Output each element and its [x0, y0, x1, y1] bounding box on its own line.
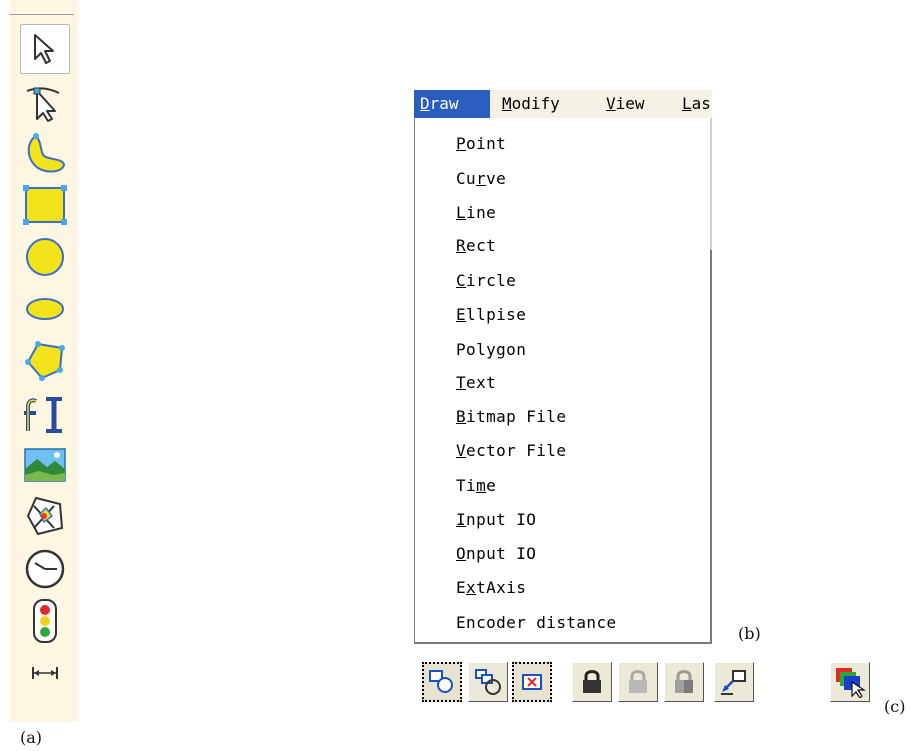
- circle-tool-button[interactable]: [20, 232, 70, 282]
- ellipse-tool-icon: [26, 298, 64, 320]
- rotate-group-icon: [475, 669, 501, 695]
- vector-file-button[interactable]: [20, 492, 70, 542]
- rectangle-tool-icon: [23, 185, 67, 225]
- send-to-back-button[interactable]: [714, 662, 754, 702]
- draw-menu-dropdown: Point Curve Line Rect Circle Ellpise Pol…: [414, 118, 712, 644]
- point-tool-icon: [26, 87, 60, 122]
- traffic-light-button[interactable]: [20, 596, 70, 646]
- lock-disabled-button[interactable]: [618, 662, 658, 702]
- menu-item-curve[interactable]: Curve: [456, 169, 506, 188]
- menu-item-encoder-distance[interactable]: Encoder distance: [456, 613, 617, 632]
- rotate-group-button[interactable]: [468, 662, 508, 702]
- object-toolbar: [422, 660, 892, 706]
- text-tool-button[interactable]: [20, 388, 70, 438]
- color-layers-button[interactable]: [830, 662, 870, 702]
- menu-item-bitmap-file[interactable]: Bitmap File: [456, 407, 566, 426]
- group-icon: [429, 670, 453, 693]
- figure-label-a: (a): [20, 728, 43, 747]
- curve-tool-button[interactable]: [20, 128, 70, 178]
- lock-button[interactable]: [572, 662, 612, 702]
- ungroup-button[interactable]: [512, 662, 552, 702]
- lock-disabled-icon: [629, 670, 647, 693]
- menu-item-time[interactable]: Time: [456, 476, 496, 495]
- bitmap-file-button[interactable]: [20, 440, 70, 490]
- lock-icon: [583, 670, 601, 693]
- menu-view[interactable]: View: [600, 90, 651, 118]
- lock-shade-button[interactable]: [664, 662, 704, 702]
- lock-shade-icon: [675, 670, 693, 693]
- ellipse-tool-button[interactable]: [20, 284, 70, 334]
- menu-item-circle[interactable]: Circle: [456, 271, 516, 290]
- group-button[interactable]: [422, 662, 462, 702]
- time-clock-button[interactable]: [20, 544, 70, 594]
- toolbar-divider: [10, 14, 74, 15]
- polygon-tool-button[interactable]: [20, 336, 70, 386]
- menu-last[interactable]: Las: [676, 90, 712, 118]
- menu-item-text[interactable]: Text: [456, 373, 496, 392]
- menu-item-ellipse[interactable]: Ellpise: [456, 305, 526, 324]
- drawing-toolbar: [10, 0, 78, 722]
- menu-modify[interactable]: Modify: [496, 90, 566, 118]
- figure-label-b: (b): [738, 624, 761, 643]
- send-to-back-icon: [721, 670, 746, 695]
- menu-item-line[interactable]: Line: [456, 203, 496, 222]
- axis-distance-button[interactable]: [20, 648, 70, 698]
- traffic-light-icon: [33, 599, 57, 643]
- select-pointer-button[interactable]: [20, 24, 70, 74]
- point-tool-button[interactable]: [20, 76, 70, 126]
- menu-item-rect[interactable]: Rect: [456, 236, 496, 255]
- menu-item-input-io[interactable]: Input IO: [456, 510, 536, 529]
- figure-label-c: (c): [884, 697, 906, 716]
- axis-distance-icon: [32, 667, 58, 679]
- menu-draw[interactable]: Draw: [414, 90, 490, 118]
- menu-item-point[interactable]: Point: [456, 134, 506, 153]
- menu-item-onput-io[interactable]: Onput IO: [456, 544, 536, 563]
- circle-tool-icon: [26, 238, 64, 276]
- menu-shadow-edge: [710, 118, 712, 250]
- menu-item-polygon[interactable]: Polygon: [456, 340, 526, 359]
- polygon-tool-icon: [25, 341, 65, 381]
- menu-item-extaxis[interactable]: ExtAxis: [456, 578, 526, 597]
- rectangle-tool-button[interactable]: [20, 180, 70, 230]
- menu-bar: Draw Modify View Las: [414, 90, 712, 118]
- ungroup-icon: [522, 674, 542, 690]
- bitmap-file-icon: [24, 448, 66, 482]
- text-tool-icon: [24, 397, 62, 433]
- vector-file-icon: [26, 496, 64, 536]
- curve-tool-icon: [27, 133, 66, 173]
- time-clock-icon: [25, 549, 65, 589]
- color-layers-icon: [836, 668, 866, 698]
- menu-item-vector-file[interactable]: Vector File: [456, 441, 566, 460]
- select-pointer-icon: [34, 34, 54, 64]
